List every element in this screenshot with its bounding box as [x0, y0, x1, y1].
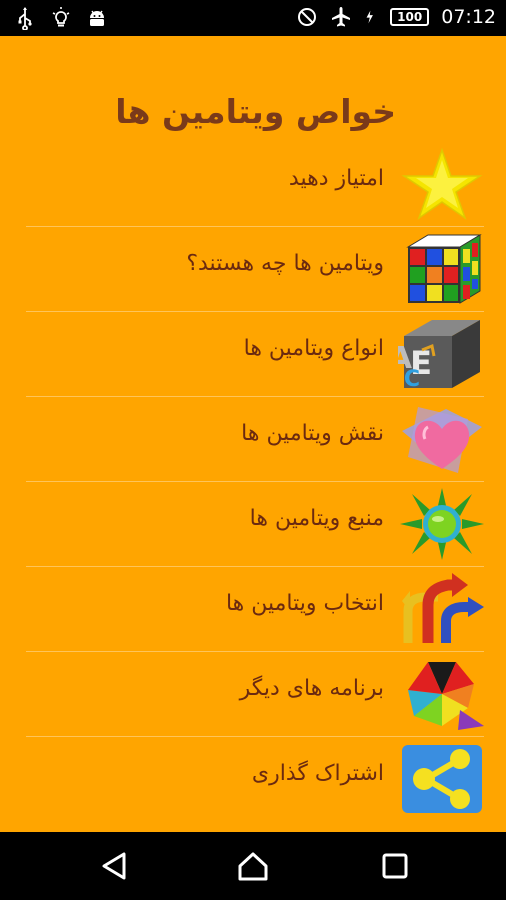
menu-item-label: نقش ویتامین ها [241, 421, 384, 446]
battery-charging-icon [366, 10, 374, 24]
bulb-icon [52, 7, 70, 27]
menu-item-label: انواع ویتامین ها [243, 336, 384, 361]
menu-item-role-of-vitamins[interactable]: نقش ویتامین ها [0, 397, 506, 482]
menu-item-share[interactable]: اشتراک گذاری [0, 737, 506, 822]
menu-item-types-of-vitamins[interactable]: A E C انواع ویتامین ها [0, 312, 506, 397]
menu-list: امتیاز دهید ویتامین ها چه هستند؟ A E C ا… [0, 142, 506, 822]
heart-icon [402, 407, 482, 473]
battery-level: 100 [390, 8, 430, 26]
airplane-icon [332, 7, 351, 27]
back-icon[interactable] [96, 848, 132, 884]
home-icon[interactable] [235, 848, 271, 884]
status-bar: 100 07:12 [0, 0, 506, 36]
sun-icon [400, 488, 484, 560]
do-not-disturb-icon [298, 8, 317, 26]
share-icon [402, 745, 482, 813]
menu-item-label: انتخاب ویتامین ها [225, 591, 384, 616]
navigation-bar [0, 832, 506, 900]
menu-item-label: منبع ویتامین ها [249, 506, 384, 531]
menu-item-source-of-vitamins[interactable]: منبع ویتامین ها [0, 482, 506, 567]
menu-item-other-apps[interactable]: برنامه های دیگر [0, 652, 506, 737]
status-left [14, 6, 108, 30]
page-title: خواص ویتامین ها [115, 92, 396, 131]
star-icon [401, 147, 483, 220]
usb-icon [18, 7, 32, 30]
recents-icon[interactable] [377, 848, 413, 884]
clock: 07:12 [441, 6, 496, 28]
status-right: 100 07:12 [296, 5, 496, 29]
menu-item-choosing-vitamins[interactable]: انتخاب ویتامین ها [0, 567, 506, 652]
arrows-icon [402, 573, 484, 643]
svg-text:C: C [404, 367, 420, 392]
menu-item-label: برنامه های دیگر [239, 676, 384, 701]
main-content: خواص ویتامین ها امتیاز دهید ویتامین ها چ… [0, 36, 506, 832]
menu-item-label: ویتامین ها چه هستند؟ [186, 251, 384, 276]
android-icon [90, 10, 104, 26]
menu-item-label: امتیاز دهید [288, 166, 384, 191]
colorful-shapes-icon [408, 662, 484, 730]
rubik-cube-icon [406, 234, 482, 304]
menu-item-rate[interactable]: امتیاز دهید [0, 142, 506, 227]
menu-item-what-are-vitamins[interactable]: ویتامین ها چه هستند؟ [0, 227, 506, 312]
menu-item-label: اشتراک گذاری [251, 761, 384, 786]
abc-blocks-icon: A E C [398, 320, 480, 392]
